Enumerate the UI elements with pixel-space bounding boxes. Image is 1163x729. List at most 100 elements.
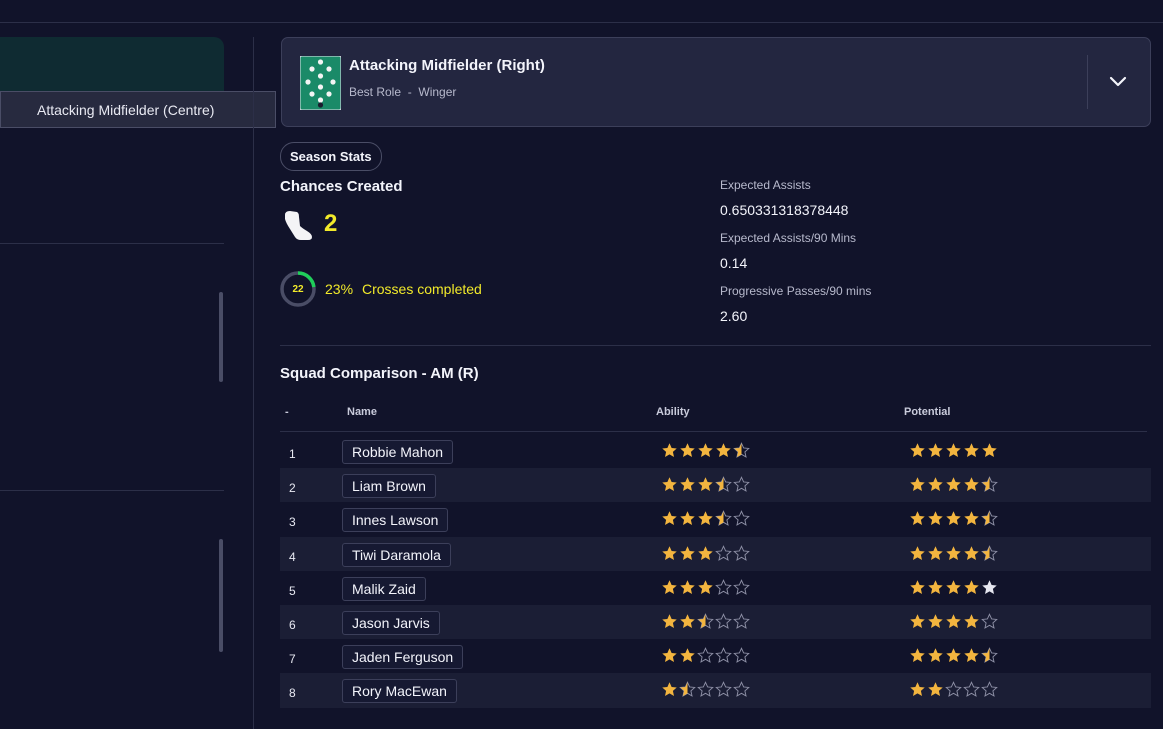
player-name[interactable]: Liam Brown [342,474,436,499]
star-icon [662,477,677,492]
ability-stars [661,578,750,597]
star-icon [698,443,713,457]
star-icon [662,682,677,697]
panel-divider [253,37,254,729]
star-icon [964,648,979,663]
star-icon [910,443,925,457]
player-name[interactable]: Jaden Ferguson [342,645,464,670]
star-empty-icon [715,544,732,561]
stat-label: Expected Assists/90 Mins [720,231,857,245]
star-icon [964,614,979,628]
star-icon [964,443,979,457]
pitch-formation-icon [300,56,341,110]
role-option-tooltip[interactable]: Attacking Midfielder (Centre) [0,91,276,128]
star-half-icon [715,476,732,493]
top-divider [0,22,1163,23]
star-icon [946,443,961,457]
table-row[interactable]: 1 Robbie Mahon [280,434,1151,468]
row-rank: 5 [289,583,296,598]
star-half-icon [981,476,998,493]
star-empty-icon [715,681,732,698]
player-name[interactable]: Tiwi Daramola [342,542,451,567]
ability-stars [661,544,750,563]
row-rank: 4 [289,549,296,564]
table-row[interactable]: 6 Jason Jarvis [280,604,1151,640]
star-icon [698,580,713,594]
potential-stars [909,681,998,699]
star-icon [680,545,695,560]
star-empty-icon [715,647,732,664]
stat-label: Expected Assists [720,178,811,192]
left-scrollbar[interactable] [219,292,223,382]
row-rank: 2 [289,481,296,496]
column-header-ability[interactable]: Ability [656,406,690,418]
ability-stars [661,681,750,699]
star-empty-icon [733,476,750,493]
star-half-icon [981,544,998,561]
star-empty-icon [963,681,980,698]
table-row[interactable]: 8 Rory MacEwan [280,673,1151,708]
progress-ring-value: 22 [292,283,304,295]
star-icon [680,443,695,457]
star-icon [680,648,695,663]
star-icon [928,682,943,697]
star-icon [662,614,677,628]
left-divider [0,243,224,244]
player-name[interactable]: Innes Lawson [342,508,449,533]
table-row[interactable]: 4 Tiwi Daramola [280,536,1151,571]
squad-comparison-title: Squad Comparison - AM (R) [280,365,479,382]
best-role-separator: - [407,85,412,99]
star-icon [946,648,961,663]
potential-stars [909,613,998,631]
potential-stars [909,647,998,665]
table-row[interactable]: 3 Innes Lawson [280,502,1151,536]
star-icon [698,511,713,526]
potential-stars [909,579,998,597]
chances-created-title: Chances Created [280,178,403,195]
table-row[interactable]: 5 Malik Zaid [280,571,1151,605]
season-stats-chip[interactable]: Season Stats [280,142,382,171]
star-empty-icon [733,578,750,595]
squad-table: 1 Robbie Mahon 2 Liam Brown 3 Innes Lawson 4 Ti… [280,434,1151,708]
column-header-rank[interactable]: - [285,406,289,418]
star-icon [928,614,943,628]
ability-stars [661,442,750,460]
row-rank: 6 [289,617,296,632]
star-icon [698,545,713,560]
player-name[interactable]: Malik Zaid [342,576,426,601]
star-icon [662,545,677,560]
player-name[interactable]: Rory MacEwan [342,679,457,704]
star-icon [910,545,925,560]
chevron-down-icon[interactable] [1108,71,1128,91]
stat-label: Progressive Passes/90 mins [720,284,872,298]
star-icon [910,682,925,697]
star-icon [680,614,695,628]
star-icon [910,477,925,492]
column-header-name[interactable]: Name [347,406,377,418]
star-icon [716,443,731,457]
star-icon [982,580,997,594]
table-row[interactable]: 2 Liam Brown [280,468,1151,503]
player-name[interactable]: Robbie Mahon [342,440,454,464]
star-icon [680,511,695,526]
potential-stars [909,510,998,528]
role-selector[interactable]: Attacking Midfielder (Right) Best Role -… [281,37,1151,127]
best-role-label: Best Role [349,85,402,99]
star-empty-icon [981,613,998,629]
star-empty-icon [697,647,714,664]
row-rank: 3 [289,515,296,530]
column-header-potential[interactable]: Potential [904,406,950,418]
boot-icon [285,211,312,240]
player-name[interactable]: Jason Jarvis [342,610,440,635]
section-divider [280,345,1151,346]
star-icon [946,614,961,628]
star-icon [928,511,943,526]
left-scrollbar[interactable] [219,539,223,652]
ability-stars [661,510,750,528]
star-empty-icon [981,681,998,698]
role-selector-divider [1087,55,1088,109]
potential-stars [909,442,998,460]
star-icon [662,443,677,457]
table-row[interactable]: 7 Jaden Ferguson [280,639,1151,673]
star-icon [680,477,695,492]
